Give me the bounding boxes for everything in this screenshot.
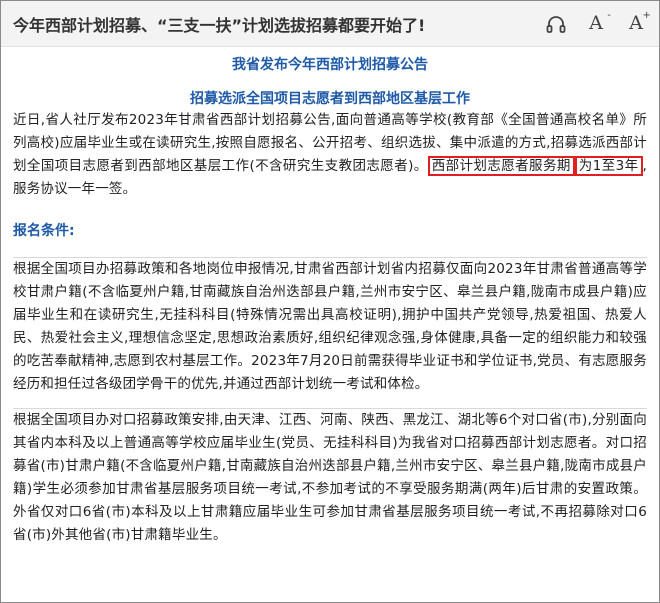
article-subheading: 招募选派全国项目志愿者到西部地区基层工作 [190,91,470,107]
article-body: 我省发布今年西部计划招募公告 招募选派全国项目志愿者到西部地区基层工作 近日,省… [1,55,659,547]
article-viewer: 今年西部计划招募、“三支一扶”计划选拔招募都要开始了! A- A + 我省发布今年… [0,0,660,603]
headphones-icon[interactable] [545,13,567,35]
section-title: 报名条件: [13,223,75,239]
font-decrease-icon[interactable]: A- [585,11,611,35]
highlighted-service-period-a: 西部计划志愿者服务期 [427,156,575,176]
font-increase-icon[interactable]: A + [625,11,651,35]
article-heading: 我省发布今年西部计划招募公告 [232,57,428,73]
page-title: 今年西部计划招募、“三支一扶”计划选拔招募都要开始了! [13,15,426,35]
title-bar: 今年西部计划招募、“三支一扶”计划选拔招募都要开始了! A- A + [1,1,659,47]
highlighted-service-period-b: 为1至3年 [574,156,643,176]
paired-recruit-paragraph: 根据全国项目办对口招募政策安排,由天津、江西、河南、陕西、黑龙江、湖北等6个对口… [13,412,647,543]
requirements-paragraph: 根据全国项目办招募政策和各地岗位申报情况,甘肃省西部计划省内招募仅面向2023年… [13,261,647,392]
intro-paragraph: 近日,省人社厅发布2023年甘肃省西部计划招募公告,面向普通高等学校(教育部《全… [13,112,648,197]
toolbar: A- A + [545,11,651,35]
